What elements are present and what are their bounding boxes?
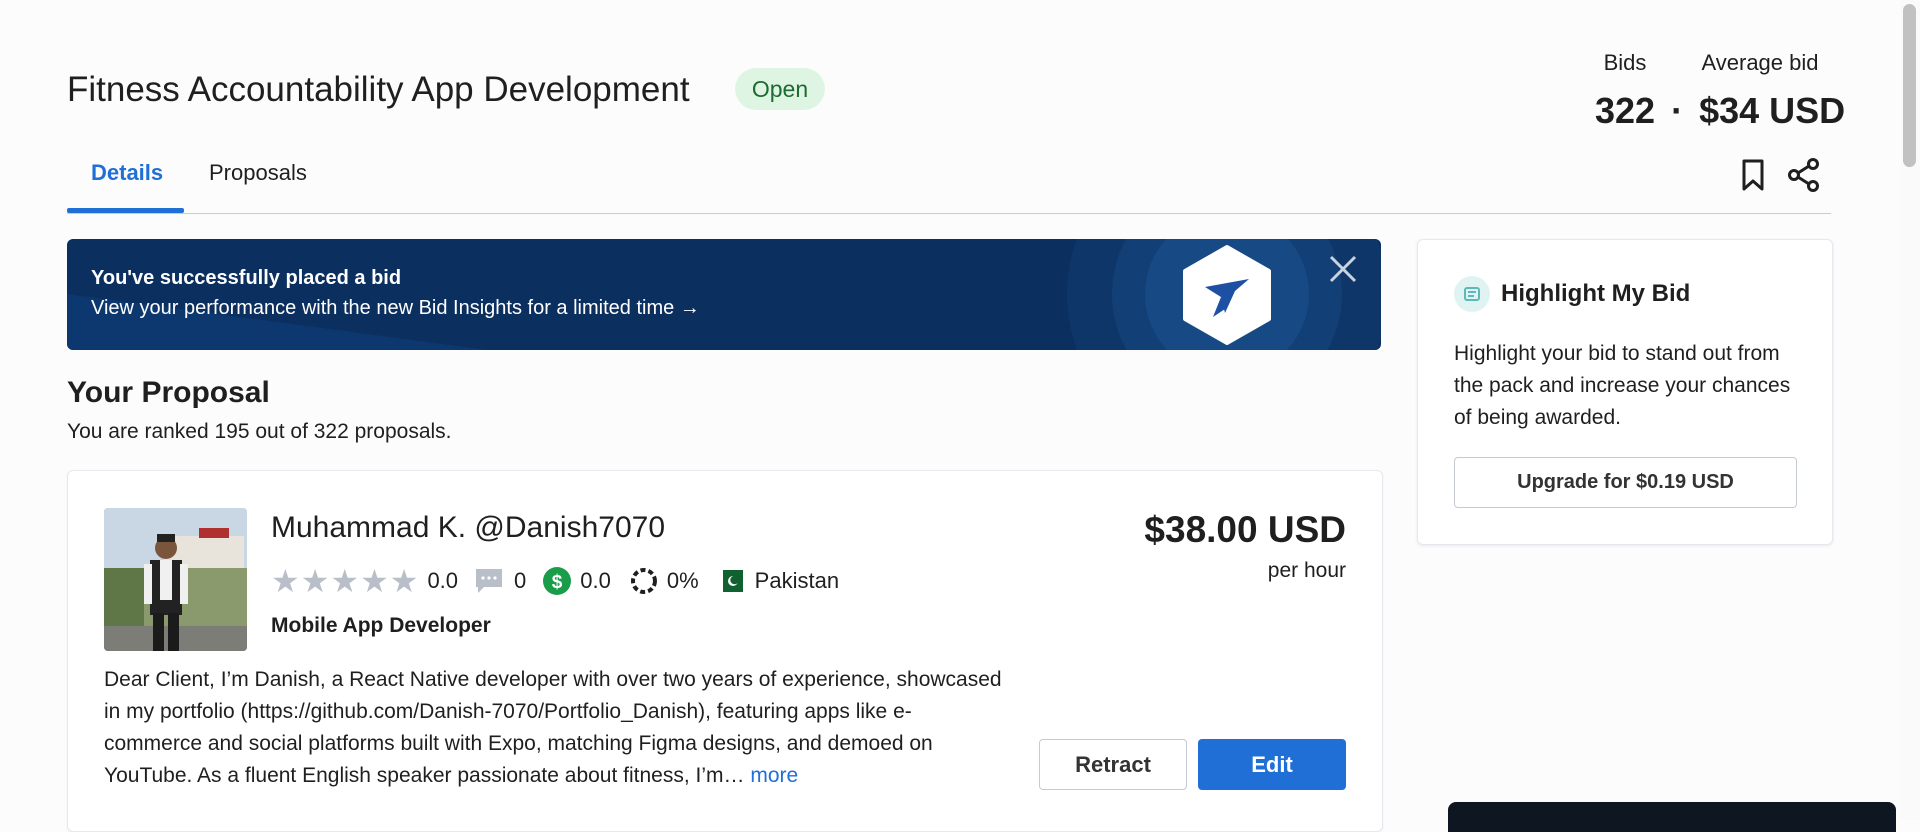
proposal-description: Dear Client, I’m Danish, a React Native … — [104, 664, 1004, 792]
freelancer-stats: ★★★★★ 0.0 0 $ 0.0 0% Pakistan — [271, 563, 839, 599]
tabs-divider — [67, 213, 1831, 214]
bid-amount: $38.00 USD — [1144, 509, 1346, 550]
rating-value: 0.0 — [427, 568, 459, 593]
completion-rate: 0% — [666, 568, 699, 593]
reviews-count: 0 — [514, 568, 527, 593]
your-proposal-heading: Your Proposal — [67, 376, 270, 409]
share-icon[interactable] — [1787, 158, 1821, 192]
tab-proposals[interactable]: Proposals — [209, 160, 307, 186]
proposal-text: Dear Client, I’m Danish, a React Native … — [104, 668, 1002, 787]
retract-button[interactable]: Retract — [1039, 739, 1187, 790]
close-icon[interactable] — [1327, 253, 1359, 285]
svg-text:$: $ — [552, 572, 563, 593]
bids-count: 322 — [1595, 90, 1656, 131]
average-bid-label: Average bid — [1701, 50, 1819, 75]
proposal-card: Muhammad K. @Danish7070 ★★★★★ 0.0 0 $ 0.… — [67, 470, 1383, 832]
avatar[interactable] — [104, 508, 247, 651]
messages-bar[interactable] — [1448, 802, 1896, 832]
bids-summary: 322 · $34 USD — [1595, 90, 1845, 132]
bookmark-icon[interactable] — [1738, 158, 1768, 192]
project-title: Fitness Accountability App Development — [67, 70, 690, 109]
status-badge: Open — [735, 68, 825, 110]
bids-separator: · — [1671, 90, 1684, 131]
bid-rate: per hour — [1267, 559, 1346, 582]
freelancer-title: Mobile App Developer — [271, 614, 491, 637]
rating-stars: ★★★★★ — [271, 562, 419, 600]
freelancer-username: @Danish7070 — [474, 511, 665, 544]
star-icon: ★ — [300, 563, 330, 599]
more-link[interactable]: more — [750, 764, 798, 787]
freelancer-country: Pakistan — [754, 568, 840, 593]
star-icon: ★ — [330, 563, 360, 599]
bids-label: Bids — [1603, 50, 1647, 75]
freelancer-name[interactable]: Muhammad K. — [271, 511, 466, 544]
freelancer-logo-icon — [1183, 245, 1271, 345]
banner-insights-link[interactable]: View your performance with the new Bid I… — [91, 297, 700, 320]
earnings-score: 0.0 — [580, 568, 611, 593]
star-icon: ★ — [360, 563, 389, 599]
highlight-bid-card: Highlight My Bid Highlight your bid to s… — [1417, 239, 1833, 545]
earnings-icon: $ — [543, 567, 572, 595]
completion-rate-icon — [630, 568, 657, 594]
pakistan-flag-icon — [716, 570, 743, 592]
average-bid-value: $34 USD — [1699, 90, 1846, 131]
freelancer-name-row: Muhammad K. @Danish7070 — [271, 511, 665, 545]
tab-details[interactable]: Details — [91, 160, 163, 186]
reviews-icon — [476, 569, 503, 593]
highlight-description: Highlight your bid to stand out from the… — [1454, 342, 1791, 429]
banner-title: You've successfully placed a bid — [91, 267, 402, 289]
highlight-title: Highlight My Bid — [1501, 280, 1691, 307]
upgrade-button[interactable]: Upgrade for $0.19 USD — [1454, 457, 1797, 508]
avatar-photo — [104, 508, 247, 651]
star-icon: ★ — [271, 563, 300, 599]
edit-button[interactable]: Edit — [1198, 739, 1346, 790]
proposal-rank-text: You are ranked 195 out of 322 proposals. — [67, 420, 452, 443]
highlight-icon — [1454, 276, 1490, 312]
star-icon: ★ — [389, 563, 419, 599]
bid-insights-banner[interactable]: You've successfully placed a bid View yo… — [67, 239, 1381, 350]
scrollbar-thumb[interactable] — [1903, 4, 1916, 167]
